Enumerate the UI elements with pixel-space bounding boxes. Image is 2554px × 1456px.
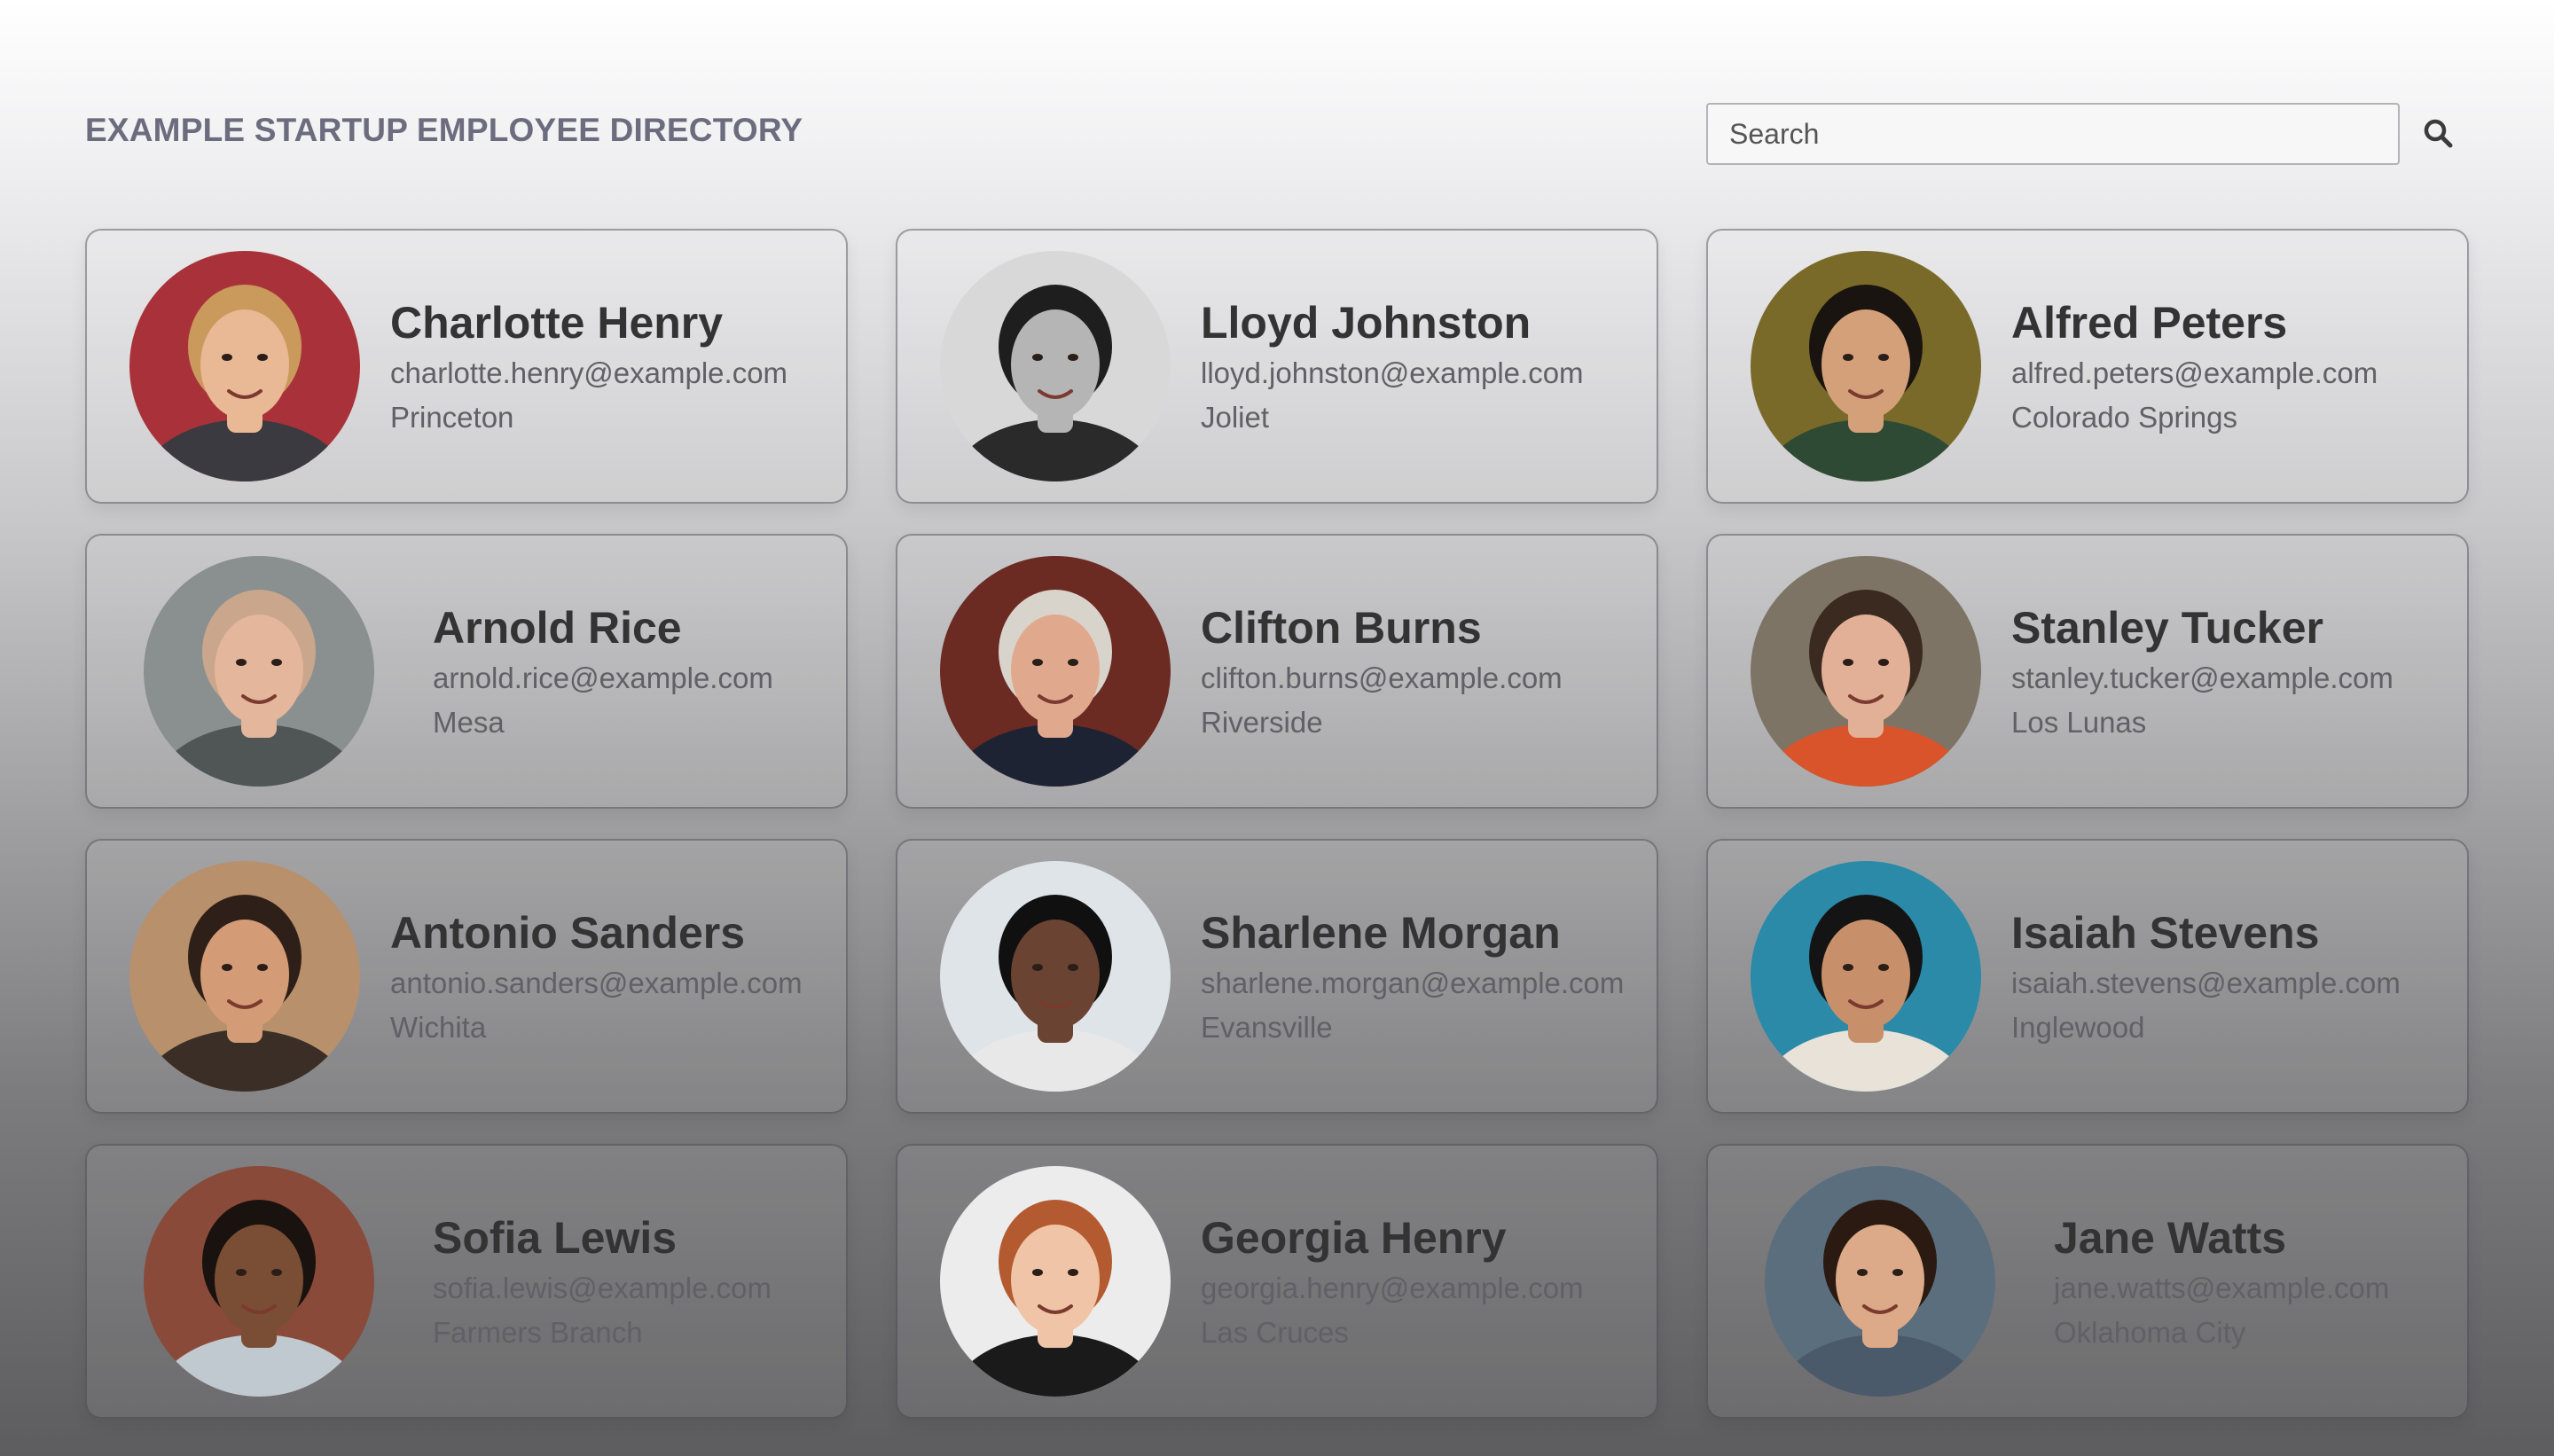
employee-city: Inglewood (2011, 1010, 2145, 1044)
employee-name: Arnold Rice (433, 603, 682, 654)
avatar (1765, 1166, 1995, 1397)
employee-city: Colorado Springs (2011, 400, 2237, 434)
search-icon (2424, 119, 2453, 148)
employee-photo (1751, 556, 1981, 787)
employee-card[interactable]: Lloyd Johnston lloyd.johnston@example.co… (896, 229, 1658, 504)
employee-info: Isaiah Stevens isaiah.stevens@example.co… (2011, 908, 2401, 1045)
employee-info: Stanley Tucker stanley.tucker@example.co… (2011, 603, 2393, 740)
employee-info: Arnold Rice arnold.rice@example.com Mesa (433, 603, 773, 740)
avatar (1751, 556, 1981, 787)
employee-card[interactable]: Clifton Burns clifton.burns@example.com … (896, 534, 1658, 809)
employee-card[interactable]: Georgia Henry georgia.henry@example.com … (896, 1144, 1658, 1419)
employee-city: Las Cruces (1201, 1315, 1349, 1349)
employee-info: Sharlene Morgan sharlene.morgan@example.… (1201, 908, 1624, 1045)
employee-email: lloyd.johnston@example.com (1201, 356, 1584, 389)
avatar (940, 556, 1171, 787)
employee-city: Farmers Branch (433, 1315, 643, 1349)
employee-card[interactable]: Charlotte Henry charlotte.henry@example.… (85, 229, 848, 504)
employee-info: Sofia Lewis sofia.lewis@example.com Farm… (433, 1213, 772, 1350)
employee-photo (1765, 1166, 1995, 1397)
employee-name: Clifton Burns (1201, 603, 1482, 654)
employee-card[interactable]: Isaiah Stevens isaiah.stevens@example.co… (1706, 839, 2469, 1114)
employee-info: Antonio Sanders antonio.sanders@example.… (390, 908, 803, 1045)
employee-name: Sharlene Morgan (1201, 908, 1561, 959)
employee-grid: Charlotte Henry charlotte.henry@example.… (85, 229, 2469, 1419)
employee-photo (129, 861, 360, 1092)
employee-card[interactable]: Sofia Lewis sofia.lewis@example.com Farm… (85, 1144, 848, 1419)
employee-name: Isaiah Stevens (2011, 908, 2320, 959)
employee-name: Charlotte Henry (390, 298, 724, 348)
employee-info: Clifton Burns clifton.burns@example.com … (1201, 603, 1563, 740)
employee-email: sofia.lewis@example.com (433, 1271, 772, 1304)
avatar (144, 1166, 374, 1397)
employee-photo (940, 556, 1171, 787)
search-bar (1706, 103, 2456, 165)
employee-card[interactable]: Stanley Tucker stanley.tucker@example.co… (1706, 534, 2469, 809)
employee-city: Oklahoma City (2054, 1315, 2246, 1349)
employee-city: Evansville (1201, 1010, 1333, 1044)
employee-photo (940, 251, 1171, 481)
employee-info: Charlotte Henry charlotte.henry@example.… (390, 298, 787, 434)
employee-card[interactable]: Jane Watts jane.watts@example.com Oklaho… (1706, 1144, 2469, 1419)
employee-city: Riverside (1201, 705, 1323, 739)
employee-email: georgia.henry@example.com (1201, 1271, 1584, 1304)
employee-email: sharlene.morgan@example.com (1201, 966, 1625, 999)
employee-info: Jane Watts jane.watts@example.com Oklaho… (2054, 1213, 2389, 1350)
avatar (1751, 251, 1981, 481)
employee-email: arnold.rice@example.com (433, 661, 773, 694)
employee-card[interactable]: Alfred Peters alfred.peters@example.com … (1706, 229, 2469, 504)
employee-name: Lloyd Johnston (1201, 298, 1532, 348)
page-title: EXAMPLE STARTUP EMPLOYEE DIRECTORY (85, 112, 803, 148)
employee-name: Georgia Henry (1201, 1213, 1507, 1264)
search-input[interactable] (1706, 103, 2400, 165)
employee-name: Stanley Tucker (2011, 603, 2324, 654)
avatar (940, 1166, 1171, 1397)
employee-city: Mesa (433, 705, 505, 739)
employee-city: Wichita (390, 1010, 487, 1044)
employee-card[interactable]: Antonio Sanders antonio.sanders@example.… (85, 839, 848, 1114)
employee-photo (1751, 251, 1981, 481)
employee-info: Lloyd Johnston lloyd.johnston@example.co… (1201, 298, 1584, 434)
avatar (1751, 861, 1981, 1092)
avatar (940, 251, 1171, 481)
employee-email: alfred.peters@example.com (2011, 356, 2378, 389)
avatar (129, 251, 360, 481)
employee-name: Sofia Lewis (433, 1213, 678, 1264)
employee-info: Georgia Henry georgia.henry@example.com … (1201, 1213, 1584, 1350)
page-header: EXAMPLE STARTUP EMPLOYEE DIRECTORY (85, 103, 2469, 174)
employee-name: Antonio Sanders (390, 908, 746, 959)
employee-card[interactable]: Sharlene Morgan sharlene.morgan@example.… (896, 839, 1658, 1114)
employee-email: isaiah.stevens@example.com (2011, 966, 2401, 999)
employee-city: Los Lunas (2011, 705, 2147, 739)
employee-email: charlotte.henry@example.com (390, 356, 788, 389)
employee-info: Alfred Peters alfred.peters@example.com … (2011, 298, 2378, 434)
employee-email: jane.watts@example.com (2054, 1271, 2390, 1304)
employee-photo (144, 556, 374, 787)
employee-photo (940, 1166, 1171, 1397)
employee-card[interactable]: Arnold Rice arnold.rice@example.com Mesa (85, 534, 848, 809)
employee-name: Alfred Peters (2011, 298, 2288, 348)
employee-photo (1751, 861, 1981, 1092)
employee-photo (940, 861, 1171, 1092)
avatar (940, 861, 1171, 1092)
employee-email: stanley.tucker@example.com (2011, 661, 2393, 694)
avatar (144, 556, 374, 787)
employee-email: antonio.sanders@example.com (390, 966, 803, 999)
employee-city: Princeton (390, 400, 514, 434)
avatar (129, 861, 360, 1092)
employee-city: Joliet (1201, 400, 1270, 434)
employee-email: clifton.burns@example.com (1201, 661, 1563, 694)
search-button[interactable] (2421, 116, 2456, 152)
employee-photo (144, 1166, 374, 1397)
employee-name: Jane Watts (2054, 1213, 2287, 1264)
employee-photo (129, 251, 360, 481)
